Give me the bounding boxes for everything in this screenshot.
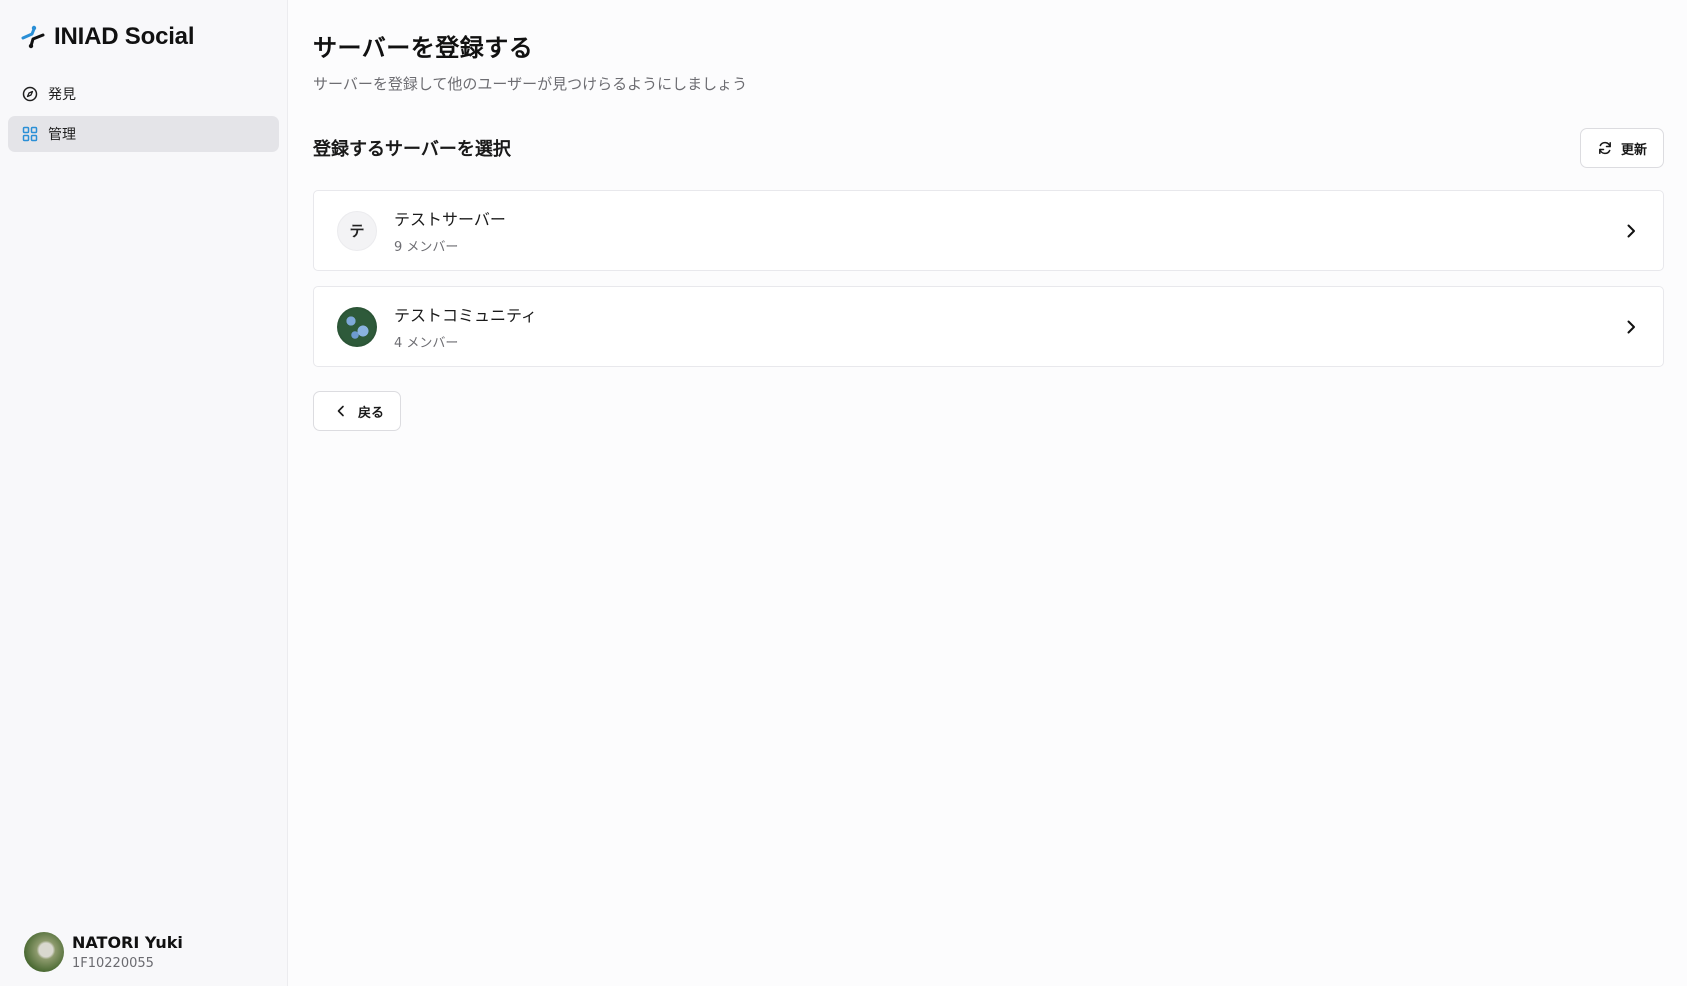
back-button[interactable]: 戻る — [313, 391, 402, 431]
refresh-button[interactable]: 更新 — [1579, 128, 1664, 168]
server-name: テストコミュニティ — [394, 306, 538, 325]
server-initial-icon: テ — [337, 210, 377, 251]
section-header: 登録するサーバーを選択 更新 — [313, 128, 1664, 168]
chevron-left-icon — [337, 405, 344, 417]
sidebar-item-label: 管理 — [48, 127, 76, 143]
user-id: 1F10220055 — [72, 956, 154, 971]
main-content: サーバーを登録する サーバーを登録して他のユーザーが見つけらるようにしましょう … — [288, 0, 1687, 986]
logo-icon — [21, 25, 45, 49]
sidebar-item-label: 発見 — [48, 87, 76, 103]
server-name: テストサーバー — [394, 210, 506, 229]
back-row: 戻る — [313, 391, 1664, 431]
grid-icon — [22, 126, 38, 142]
page-title: サーバーを登録する — [313, 34, 534, 62]
server-member-count: 4 メンバー — [394, 336, 459, 351]
sidebar-item-discover[interactable]: 発見 — [8, 76, 279, 112]
brand-name: INIAD Social — [54, 23, 195, 50]
refresh-icon — [1599, 141, 1611, 155]
server-member-count: 9 メンバー — [394, 240, 459, 255]
compass-icon — [22, 86, 38, 102]
app-root: INIAD Social 発見 管理 NATORI Yuki 1F1022005… — [0, 0, 1687, 986]
sidebar-item-manage[interactable]: 管理 — [8, 116, 279, 152]
user-profile[interactable]: NATORI Yuki 1F10220055 — [24, 932, 183, 972]
brand[interactable]: INIAD Social — [8, 20, 279, 54]
section-title: 登録するサーバーを選択 — [313, 139, 511, 160]
user-name: NATORI Yuki — [72, 933, 183, 952]
chevron-right-icon — [1627, 320, 1635, 333]
sidebar-nav: 発見 管理 — [8, 76, 279, 152]
server-image-icon — [337, 306, 377, 347]
server-card[interactable]: テストコミュニティ 4 メンバー — [313, 286, 1664, 367]
server-list: テ テストサーバー 9 メンバー テストコミュニティ 4 メンバー — [313, 190, 1664, 367]
server-card[interactable]: テ テストサーバー 9 メンバー — [313, 190, 1664, 271]
sidebar: INIAD Social 発見 管理 NATORI Yuki 1F1022005… — [0, 0, 288, 986]
chevron-right-icon — [1627, 224, 1635, 237]
page-subtitle: サーバーを登録して他のユーザーが見つけらるようにしましょう — [313, 75, 748, 93]
refresh-label: 更新 — [1620, 141, 1647, 157]
avatar — [24, 932, 64, 972]
back-label: 戻る — [358, 404, 385, 420]
